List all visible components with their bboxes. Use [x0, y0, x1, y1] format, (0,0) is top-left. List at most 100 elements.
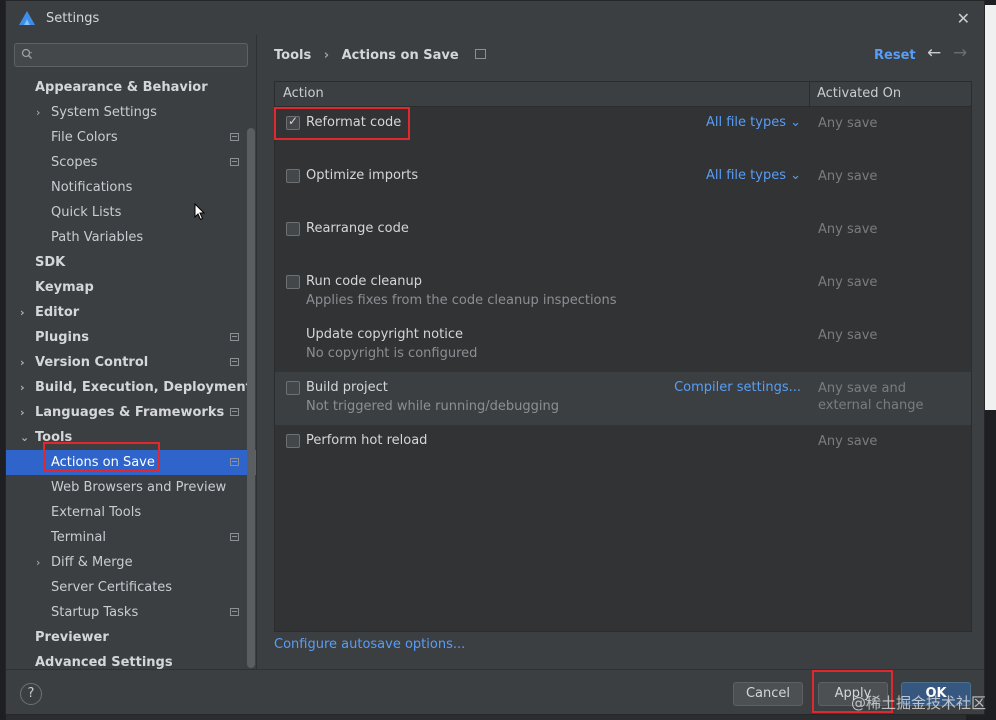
sidebar-item-label: Plugins — [35, 330, 89, 345]
project-level-icon — [230, 533, 239, 541]
action-checkbox[interactable] — [286, 275, 300, 289]
mouse-cursor-icon — [194, 203, 206, 221]
action-description: No copyright is configured — [306, 346, 478, 361]
file-types-dropdown[interactable]: All file types ⌄ — [706, 168, 801, 183]
sidebar-item-label: Keymap — [35, 280, 94, 295]
sidebar-item-label: Version Control — [35, 355, 149, 370]
cancel-button[interactable]: Cancel — [733, 682, 803, 706]
search-icon — [21, 48, 32, 59]
sidebar-item-label: Quick Lists — [51, 205, 122, 220]
action-label: Update copyright notice — [306, 327, 463, 342]
chevron-right-icon[interactable]: › — [36, 550, 46, 575]
sidebar-item[interactable]: External Tools — [6, 500, 256, 525]
title-bar: Settings ✕ — [6, 1, 984, 35]
activated-on-value[interactable]: Any save — [818, 168, 877, 185]
sidebar-item-label: SDK — [35, 255, 66, 270]
sidebar-divider — [256, 35, 257, 669]
sidebar-item-label: Editor — [35, 305, 80, 320]
help-button[interactable]: ? — [20, 683, 42, 705]
configure-autosave-link[interactable]: Configure autosave options... — [274, 637, 465, 652]
chevron-right-icon[interactable]: › — [20, 400, 30, 425]
sidebar-item[interactable]: Appearance & Behavior — [6, 75, 256, 100]
action-description: Applies fixes from the code cleanup insp… — [306, 293, 617, 308]
sidebar-item[interactable]: Scopes — [6, 150, 256, 175]
app-logo-icon — [19, 11, 35, 25]
breadcrumb-separator: › — [323, 48, 330, 63]
chevron-right-icon[interactable]: › — [20, 350, 30, 375]
sidebar-item[interactable]: › Build, Execution, Deployment — [6, 375, 256, 400]
forward-arrow-icon[interactable]: → — [953, 43, 967, 63]
sidebar-item[interactable]: › Editor — [6, 300, 256, 325]
sidebar-item[interactable]: Plugins — [6, 325, 256, 350]
sidebar-item[interactable]: › Languages & Frameworks — [6, 400, 256, 425]
highlight-box-reformat — [274, 107, 410, 140]
table-row: Perform hot reload Any save — [275, 425, 971, 478]
activated-on-value[interactable]: Any save — [818, 433, 877, 450]
chevron-right-icon[interactable]: › — [20, 375, 30, 400]
action-checkbox[interactable] — [286, 434, 300, 448]
sidebar-item-label: Web Browsers and Preview — [51, 480, 227, 495]
column-divider — [809, 82, 810, 106]
action-checkbox[interactable] — [286, 381, 300, 395]
project-level-icon — [475, 49, 487, 59]
sidebar-scrollbar[interactable] — [247, 128, 255, 668]
activated-on-value[interactable]: Any save — [818, 274, 877, 291]
compiler-settings-link[interactable]: Compiler settings... — [674, 380, 801, 395]
chevron-right-icon[interactable]: › — [36, 100, 46, 125]
highlight-box-actions-on-save — [43, 442, 160, 472]
action-checkbox[interactable] — [286, 222, 300, 236]
chevron-right-icon[interactable]: › — [20, 300, 30, 325]
table-row: Run code cleanup Applies fixes from the c… — [275, 266, 971, 319]
sidebar-item[interactable]: Startup Tasks — [6, 600, 256, 625]
sidebar-item[interactable]: Keymap — [6, 275, 256, 300]
sidebar-item[interactable]: Web Browsers and Preview — [6, 475, 256, 500]
sidebar-item-label: External Tools — [51, 505, 142, 520]
sidebar-item[interactable]: Terminal — [6, 525, 256, 550]
column-header-activated-on: Activated On — [817, 86, 902, 101]
table-row: Optimize imports All file types ⌄ Any save — [275, 160, 971, 213]
sidebar-item[interactable]: Quick Lists — [6, 200, 256, 225]
activated-on-value[interactable]: Any save — [818, 115, 877, 132]
action-checkbox[interactable] — [286, 169, 300, 183]
project-level-icon — [230, 458, 239, 466]
column-header-action: Action — [283, 86, 324, 101]
activated-on-value[interactable]: Any save and external change — [818, 380, 923, 414]
search-input[interactable] — [14, 43, 248, 67]
action-label: Run code cleanup — [306, 274, 422, 289]
activated-on-value[interactable]: Any save — [818, 327, 877, 344]
project-level-icon — [230, 133, 239, 141]
chevron-down-icon[interactable]: ⌄ — [20, 425, 30, 450]
sidebar-item-label: File Colors — [51, 130, 118, 145]
activated-on-value[interactable]: Any save — [818, 221, 877, 238]
settings-dialog: Settings ✕ Appearance & Behavior › System … — [5, 0, 985, 715]
sidebar-item-label: Build, Execution, Deployment — [35, 380, 252, 395]
project-level-icon — [230, 333, 239, 341]
sidebar-item-label: Appearance & Behavior — [35, 80, 208, 95]
sidebar-item[interactable]: Notifications — [6, 175, 256, 200]
sidebar-item-label: Path Variables — [51, 230, 144, 245]
actions-table: Action Activated On Reformat codeAll fil… — [274, 81, 972, 632]
sidebar-item-label: Advanced Settings — [35, 655, 173, 670]
sidebar-item[interactable]: Server Certificates — [6, 575, 256, 600]
file-types-dropdown[interactable]: All file types ⌄ — [706, 115, 801, 130]
close-icon[interactable]: ✕ — [957, 9, 970, 28]
reset-link[interactable]: Reset — [874, 48, 916, 63]
project-level-icon — [230, 608, 239, 616]
sidebar-item[interactable]: › Version Control — [6, 350, 256, 375]
sidebar-item[interactable]: › Diff & Merge — [6, 550, 256, 575]
sidebar-item[interactable]: SDK — [6, 250, 256, 275]
sidebar-item[interactable]: Advanced Settings — [6, 650, 256, 675]
sidebar-item-label: Previewer — [35, 630, 109, 645]
settings-sidebar: Appearance & Behavior › System Settings Fil… — [6, 35, 256, 670]
breadcrumb-parent[interactable]: Tools — [274, 48, 311, 63]
table-row: Build project Not triggered while running… — [275, 372, 971, 425]
sidebar-item-label: Languages & Frameworks — [35, 405, 225, 420]
action-description: Not triggered while running/debugging — [306, 399, 560, 414]
back-arrow-icon[interactable]: ← — [927, 43, 941, 63]
sidebar-item[interactable]: File Colors — [6, 125, 256, 150]
sidebar-item[interactable]: Previewer — [6, 625, 256, 650]
sidebar-item[interactable]: Path Variables — [6, 225, 256, 250]
action-label: Rearrange code — [306, 221, 409, 236]
sidebar-item[interactable]: › System Settings — [6, 100, 256, 125]
window-title: Settings — [46, 11, 100, 26]
